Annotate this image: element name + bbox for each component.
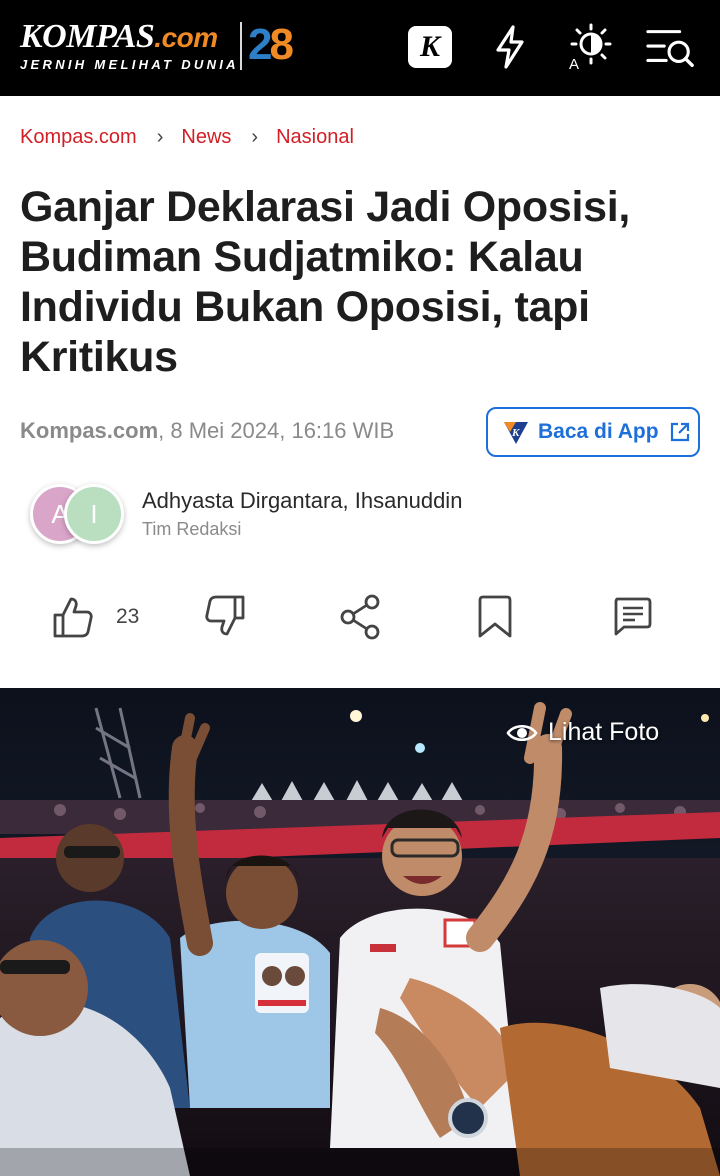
logo-divider [240,22,242,70]
anniversary-badge: 28 [248,20,294,69]
share-button[interactable] [338,594,384,640]
thumbs-up-icon [53,597,93,638]
article-title: Ganjar Deklarasi Jadi Oposisi, Budiman S… [20,183,631,381]
top-navigation-bar: KOMPAS.com JERNIH MELIHAT DUNIA 28 K A [0,0,720,96]
kompas-app-icon: K [504,422,528,444]
kompas-k-icon[interactable]: K [405,22,455,72]
article-datetime: , 8 Mei 2024, 16:16 WIB [158,418,395,443]
eye-icon [506,724,538,741]
author-names[interactable]: Adhyasta Dirgantara, Ihsanuddin [142,488,462,514]
author-team: Tim Redaksi [142,519,242,539]
photo-scene-illustration [0,688,720,1176]
read-in-app-button[interactable]: K Baca di App [486,407,700,457]
menu-search-icon[interactable] [645,22,695,72]
breadcrumb-item-nasional[interactable]: Nasional [276,126,354,149]
view-photo-button[interactable]: Lihat Foto [506,718,659,747]
comment-icon [614,597,652,636]
logo-wordmark: KOMPAS.com [20,18,218,55]
read-in-app-label: Baca di App [538,420,659,443]
like-count: 23 [116,605,140,628]
bookmark-icon [478,595,512,638]
lightning-icon[interactable] [485,22,535,72]
dislike-button[interactable] [200,594,246,640]
article-photo[interactable] [0,688,720,1176]
breadcrumb-item-news[interactable]: News [181,126,231,149]
view-photo-label: Lihat Foto [548,718,660,746]
share-icon [340,594,380,640]
breadcrumb-separator: › [251,126,259,148]
breadcrumb: Kompas.com › News › Nasional [20,126,354,149]
article-source[interactable]: Kompas.com [20,418,158,443]
kompas-logo[interactable]: KOMPAS.com JERNIH MELIHAT DUNIA [20,18,239,73]
breadcrumb-item-kompas[interactable]: Kompas.com [20,126,137,149]
external-link-icon [670,422,689,442]
bookmark-button[interactable] [474,594,516,640]
article-meta: Kompas.com, 8 Mei 2024, 16:16 WIB [20,418,394,444]
avatar[interactable]: I [64,484,124,544]
like-button[interactable]: 23 [52,594,139,640]
display-mode-icon[interactable]: A [565,22,615,72]
breadcrumb-separator: › [156,126,164,148]
svg-text:K: K [511,427,520,439]
thumbs-down-icon [205,595,245,636]
comment-button[interactable] [610,594,654,640]
svg-text:A: A [569,56,579,72]
logo-tagline: JERNIH MELIHAT DUNIA [20,57,239,72]
